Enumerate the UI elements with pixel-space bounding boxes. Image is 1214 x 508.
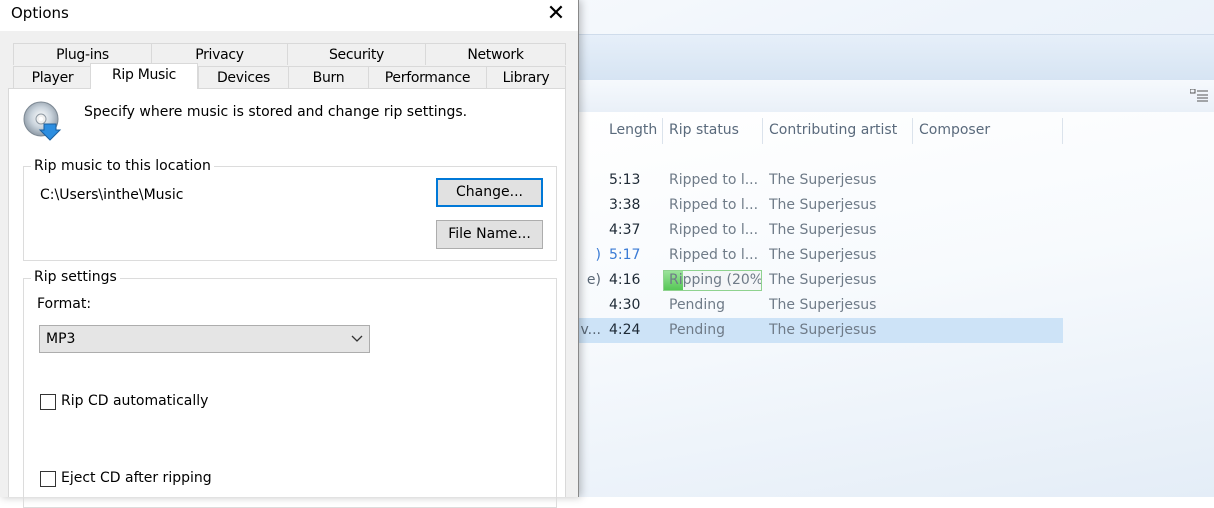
- tab-burn[interactable]: Burn: [288, 66, 368, 88]
- artist-cell: The Superjesus: [769, 172, 877, 188]
- file-name-button[interactable]: File Name...: [436, 220, 543, 249]
- artist-cell: The Superjesus: [769, 247, 877, 263]
- column-header-rip-status[interactable]: Rip status: [663, 118, 763, 144]
- rip-location-legend: Rip music to this location: [31, 158, 214, 174]
- rip-cd-automatically-checkbox[interactable]: [40, 394, 56, 410]
- artist-cell: The Superjesus: [769, 297, 877, 313]
- tab-performance[interactable]: Performance: [368, 66, 486, 88]
- title-cell-fragment: e): [586, 272, 601, 288]
- eject-cd-label[interactable]: Eject CD after ripping: [61, 470, 212, 486]
- table-row[interactable]: 5:13 Ripped to l... The Superjesus: [577, 168, 1063, 193]
- artist-cell: The Superjesus: [769, 272, 877, 288]
- format-select[interactable]: MP3: [39, 325, 370, 353]
- title-bar: Options ✕: [0, 0, 578, 31]
- length-cell: 5:13: [609, 172, 641, 188]
- tab-library[interactable]: Library: [486, 66, 566, 88]
- artist-cell: The Superjesus: [769, 197, 877, 213]
- rip-status-cell: Pending: [669, 297, 725, 313]
- rip-cd-automatically-label[interactable]: Rip CD automatically: [61, 393, 208, 409]
- column-header-length[interactable]: Length: [603, 118, 663, 144]
- rip-progress-bar: Ripping (20%): [663, 270, 762, 291]
- title-cell-fragment: [577, 218, 601, 243]
- rip-location-path: C:\Users\inthe\Music: [40, 187, 184, 203]
- table-row[interactable]: 4:37 Ripped to l... The Superjesus: [577, 218, 1063, 243]
- close-icon: ✕: [546, 1, 566, 26]
- length-cell: 3:38: [609, 197, 641, 213]
- title-cell-fragment: v...: [580, 322, 601, 338]
- rip-status-cell: Ripped to l...: [669, 247, 759, 263]
- rip-status-cell: Ripped to l...: [669, 172, 759, 188]
- tab-network[interactable]: Network: [425, 43, 566, 65]
- tab-privacy[interactable]: Privacy: [151, 43, 287, 65]
- table-row[interactable]: v... 4:24 Pending The Superjesus: [577, 318, 1063, 343]
- length-cell: 4:37: [609, 222, 641, 238]
- tab-devices[interactable]: Devices: [198, 66, 288, 88]
- rip-status-cell: Pending: [669, 322, 725, 338]
- length-cell: 5:17: [609, 247, 641, 263]
- player-address-bar: [577, 80, 1214, 113]
- artist-cell: The Superjesus: [769, 322, 877, 338]
- column-header-composer[interactable]: Composer: [913, 118, 1063, 144]
- player-toolbar: [577, 34, 1214, 81]
- tab-rip-music[interactable]: Rip Music: [90, 63, 198, 89]
- title-cell-fragment: [577, 293, 601, 318]
- title-cell-fragment: ): [595, 247, 601, 263]
- format-label: Format:: [37, 296, 92, 312]
- eject-cd-checkbox[interactable]: [40, 471, 56, 487]
- rip-settings-legend: Rip settings: [31, 269, 120, 285]
- view-options-icon[interactable]: [1190, 89, 1208, 103]
- rip-status-cell: Ripped to l...: [669, 222, 759, 238]
- tab-security[interactable]: Security: [287, 43, 425, 65]
- title-cell-fragment: [577, 168, 601, 193]
- dialog-title: Options: [11, 4, 69, 22]
- options-dialog: Options ✕ Plug-ins Privacy Security Netw…: [0, 0, 579, 508]
- change-button[interactable]: Change...: [436, 178, 543, 207]
- cd-rip-icon: [23, 101, 62, 141]
- table-row[interactable]: ) 5:17 Ripped to l... The Superjesus: [577, 243, 1063, 268]
- rip-status-cell: Ripped to l...: [669, 197, 759, 213]
- format-value: MP3: [46, 331, 76, 347]
- tab-plug-ins[interactable]: Plug-ins: [13, 43, 151, 65]
- table-row[interactable]: 3:38 Ripped to l... The Superjesus: [577, 193, 1063, 218]
- table-row[interactable]: e) 4:16 Ripping (20%) The Superjesus: [577, 268, 1063, 293]
- length-cell: 4:24: [609, 322, 641, 338]
- length-cell: 4:16: [609, 272, 641, 288]
- close-button[interactable]: ✕: [542, 2, 570, 28]
- rip-status-cell: Ripping (20%): [669, 272, 762, 288]
- artist-cell: The Superjesus: [769, 222, 877, 238]
- table-row[interactable]: 4:30 Pending The Superjesus: [577, 293, 1063, 318]
- tab-player[interactable]: Player: [13, 66, 91, 88]
- length-cell: 4:30: [609, 297, 641, 313]
- title-cell-fragment: [577, 193, 601, 218]
- chevron-down-icon: [351, 335, 363, 342]
- intro-text: Specify where music is stored and change…: [84, 104, 468, 120]
- column-header-contributing-artist[interactable]: Contributing artist: [763, 118, 913, 144]
